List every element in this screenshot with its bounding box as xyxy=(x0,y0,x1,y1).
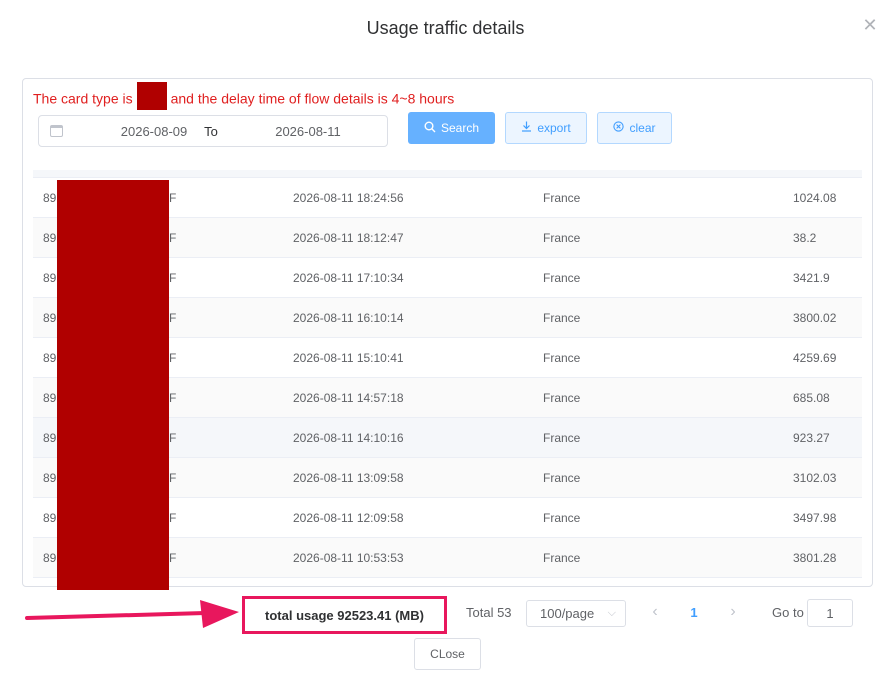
clear-button-label: clear xyxy=(629,121,656,135)
next-page-icon[interactable]: › xyxy=(723,603,743,621)
card-id-suffix: F xyxy=(169,351,177,365)
card-id-prefix: 89 xyxy=(43,271,57,285)
notice-text-after: and the delay time of flow details is 4~… xyxy=(170,90,455,107)
card-id-suffix: F xyxy=(169,271,177,285)
page-size-select[interactable]: 100/page ⌵ xyxy=(526,600,626,627)
country: France xyxy=(543,351,581,365)
country: France xyxy=(543,511,581,525)
usage-time: 2026-08-11 16:10:14 xyxy=(293,311,404,325)
card-id-prefix: 89 xyxy=(43,511,57,525)
country: France xyxy=(543,271,581,285)
card-id-suffix: F xyxy=(169,191,177,205)
calendar-icon xyxy=(50,125,63,137)
dialog-title: Usage traffic details xyxy=(366,18,525,38)
goto-label: Go to xyxy=(772,605,804,620)
usage-amount: 4259.69 xyxy=(793,351,837,365)
clear-button[interactable]: clear xyxy=(597,112,672,144)
clear-circle-icon xyxy=(613,121,625,135)
usage-time: 2026-08-11 10:53:53 xyxy=(293,551,404,565)
card-id-prefix: 89 xyxy=(43,391,57,405)
usage-time: 2026-08-11 18:12:47 xyxy=(293,231,404,245)
close-button-label: CLose xyxy=(430,647,465,661)
card-id-prefix: 89 xyxy=(43,551,57,565)
card-id-prefix: 89 xyxy=(43,471,57,485)
country: France xyxy=(543,471,581,485)
date-range-picker[interactable]: 2026-08-09 To 2026-08-11 xyxy=(38,115,388,147)
card-id-prefix: 89 xyxy=(43,311,57,325)
usage-amount: 3801.28 xyxy=(793,551,837,565)
usage-time: 2026-08-11 15:10:41 xyxy=(293,351,404,365)
country: France xyxy=(543,391,581,405)
usage-time: 2026-08-11 13:09:58 xyxy=(293,471,404,485)
country: France xyxy=(543,311,581,325)
close-icon[interactable]: ✕ xyxy=(862,16,878,34)
date-range-separator: To xyxy=(204,124,218,139)
start-date-input[interactable]: 2026-08-09 xyxy=(99,124,209,139)
card-id-suffix: F xyxy=(169,431,177,445)
usage-time: 2026-08-11 14:57:18 xyxy=(293,391,404,405)
export-button-label: export xyxy=(537,121,571,135)
notice-text-before: The card type is xyxy=(33,90,133,107)
usage-time: 2026-08-11 12:09:58 xyxy=(293,511,404,525)
chevron-down-icon: ⌵ xyxy=(607,607,616,619)
country: France xyxy=(543,191,581,205)
card-id-suffix: F xyxy=(169,511,177,525)
card-id-suffix: F xyxy=(169,551,177,565)
usage-time: 2026-08-11 18:24:56 xyxy=(293,191,404,205)
usage-amount: 3102.03 xyxy=(793,471,837,485)
country: France xyxy=(543,231,581,245)
page-size-value: 100/page xyxy=(540,606,595,621)
search-button-label: Search xyxy=(440,121,480,135)
total-usage-text: total usage 92523.41 (MB) xyxy=(265,607,424,623)
usage-traffic-dialog: Usage traffic details ✕ The card type is… xyxy=(0,0,891,682)
usage-time: 2026-08-11 14:10:16 xyxy=(293,431,404,445)
export-button[interactable]: export xyxy=(505,112,587,144)
usage-amount: 923.27 xyxy=(793,431,830,445)
prev-page-icon[interactable]: ‹ xyxy=(645,603,665,621)
card-id-prefix: 89 xyxy=(43,231,57,245)
close-button[interactable]: CLose xyxy=(414,638,481,670)
download-icon xyxy=(521,121,532,135)
usage-amount: 38.2 xyxy=(793,231,817,245)
usage-amount: 3800.02 xyxy=(793,311,837,325)
total-usage-highlight: total usage 92523.41 (MB) xyxy=(242,596,447,634)
country: France xyxy=(543,431,581,445)
usage-amount: 3421.9 xyxy=(793,271,830,285)
usage-time: 2026-08-11 17:10:34 xyxy=(293,271,404,285)
usage-amount: 1024.08 xyxy=(793,191,837,205)
redacted-card-id-column xyxy=(57,180,169,590)
delay-notice: The card type is and the delay time of fl… xyxy=(33,82,455,110)
goto-page-input[interactable]: 1 xyxy=(807,599,853,627)
search-button[interactable]: Search xyxy=(408,112,495,144)
end-date-input[interactable]: 2026-08-11 xyxy=(253,124,363,139)
card-id-suffix: F xyxy=(169,311,177,325)
highlight-arrow-icon xyxy=(25,600,239,628)
usage-amount: 3497.98 xyxy=(793,511,837,525)
table-header xyxy=(33,170,862,178)
card-id-prefix: 89 xyxy=(43,431,57,445)
pagination-total: Total 53 xyxy=(466,605,512,620)
card-id-prefix: 89 xyxy=(43,191,57,205)
usage-amount: 685.08 xyxy=(793,391,830,405)
card-id-prefix: 89 xyxy=(43,351,57,365)
country: France xyxy=(543,551,581,565)
card-id-suffix: F xyxy=(169,471,177,485)
card-id-suffix: F xyxy=(169,231,177,245)
page-number-current[interactable]: 1 xyxy=(684,605,704,620)
redacted-card-type xyxy=(136,82,167,110)
search-icon xyxy=(424,121,436,136)
card-id-suffix: F xyxy=(169,391,177,405)
